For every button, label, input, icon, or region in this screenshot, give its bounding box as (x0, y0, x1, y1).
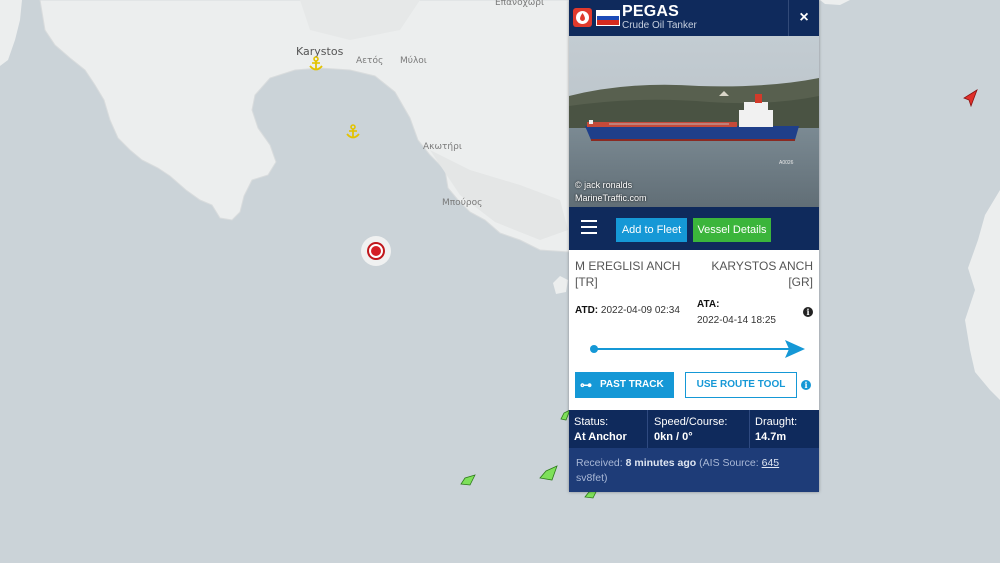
received-label: Received: (576, 457, 623, 469)
ais-source-link[interactable]: 645 (762, 457, 780, 469)
voyage-progress-arrow (590, 340, 805, 358)
tanker-type-icon (573, 8, 592, 27)
vessel-header: PEGAS Crude Oil Tanker × (569, 0, 819, 36)
speed-label: Speed/Course: (654, 416, 728, 428)
hamburger-icon (581, 220, 597, 222)
info-icon[interactable]: i (803, 307, 813, 317)
arrival-country: [GR] (788, 275, 813, 289)
vessel-type: Crude Oil Tanker (622, 20, 697, 31)
draught-value: 14.7m (755, 431, 787, 443)
past-track-icon: ⊶ (580, 378, 592, 392)
departure-country: [TR] (575, 275, 598, 289)
anchor-icon[interactable] (345, 124, 361, 140)
departure-port[interactable]: M EREGLISI ANCH [TR] (575, 258, 680, 290)
status-stat: Status: At Anchor (574, 415, 627, 445)
map-label-akotiri: Ακωτήρι (423, 142, 462, 152)
draught-stat: Draught: 14.7m (755, 415, 797, 445)
photo-credit-author: © jack ronalds (575, 180, 633, 190)
departure-port-name: M EREGLISI ANCH (575, 259, 681, 273)
status-value: At Anchor (574, 431, 627, 443)
action-bar: Add to Fleet Vessel Details (569, 207, 819, 250)
ata: ATA: 2022-04-14 18:25 (697, 297, 776, 329)
vessel-status-bar: Status: At Anchor Speed/Course: 0kn / 0°… (569, 410, 819, 448)
atd-label: ATD: (575, 305, 599, 316)
photo-credit-site: MarineTraffic.com (575, 193, 647, 203)
speed-stat: Speed/Course: 0kn / 0° (654, 415, 727, 445)
map-label-aetos: Αετός (356, 56, 384, 66)
map-label-myli: Μύλοι (400, 56, 427, 66)
arrival-port-name: KARYSTOS ANCH (711, 259, 813, 273)
ata-value: 2022-04-14 18:25 (697, 315, 776, 326)
map-canvas[interactable]: Karystos Αετός Μύλοι Ακωτήρι Μπούρος Επά… (0, 0, 1000, 563)
add-to-fleet-button[interactable]: Add to Fleet (616, 218, 687, 242)
past-track-button[interactable]: ⊶ PAST TRACK (575, 372, 674, 398)
speed-value: 0kn / 0° (654, 431, 693, 443)
received-time: 8 minutes ago (625, 457, 697, 469)
ais-source-prefix: (AIS Source: (699, 457, 759, 469)
menu-button[interactable] (581, 220, 597, 234)
route-info-icon[interactable]: i (801, 380, 811, 390)
anchor-icon[interactable] (308, 56, 324, 72)
photo-tag: A0026 (779, 160, 794, 166)
use-route-tool-button[interactable]: USE ROUTE TOOL (685, 372, 797, 398)
ata-label: ATA: (697, 299, 720, 310)
arrival-port[interactable]: KARYSTOS ANCH [GR] (711, 258, 813, 290)
vessel-red-icon[interactable] (962, 89, 980, 107)
map-label-mylos: Μπούρος (442, 198, 483, 208)
received-info: Received: 8 minutes ago (AIS Source: 645… (569, 448, 819, 492)
past-track-label: PAST TRACK (600, 379, 664, 390)
atd-value: 2022-04-09 02:34 (600, 305, 680, 316)
map-label-epanochori: Επάνοχώρι (495, 0, 545, 8)
ais-source-name: sv8fet) (576, 472, 608, 484)
selected-vessel-marker-icon[interactable] (360, 235, 392, 267)
vessel-popup-panel: PEGAS Crude Oil Tanker × A0026 © jack ro… (569, 0, 819, 492)
vessel-green-icon[interactable] (538, 464, 560, 482)
divider (647, 410, 648, 448)
map-background (0, 0, 1000, 563)
status-label: Status: (574, 416, 609, 428)
divider (749, 410, 750, 448)
vessel-photo[interactable]: A0026 © jack ronalds MarineTraffic.com (569, 36, 819, 207)
vessel-name: PEGAS (622, 3, 680, 20)
russia-flag-icon (596, 10, 620, 26)
atd: ATD: 2022-04-09 02:34 (575, 305, 680, 316)
vessel-details-button[interactable]: Vessel Details (693, 218, 771, 242)
close-button[interactable]: × (788, 0, 819, 36)
draught-label: Draught: (755, 416, 798, 428)
vessel-green-icon[interactable] (459, 473, 477, 487)
